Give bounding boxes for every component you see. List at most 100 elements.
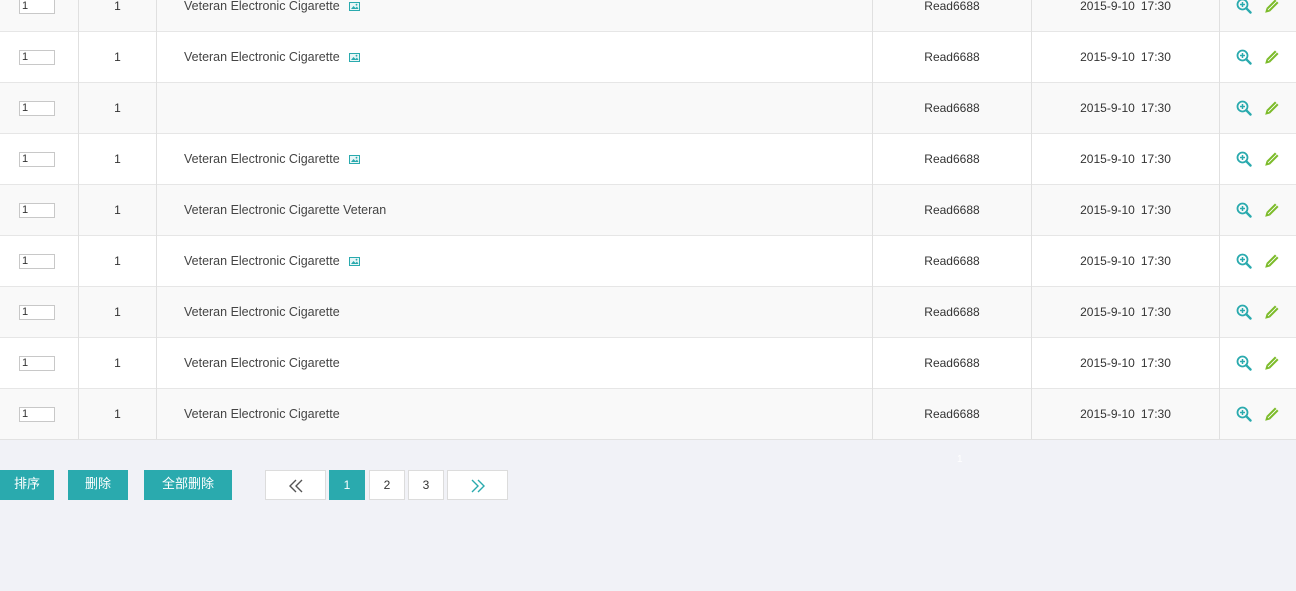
date-cell: 2015-9-10 17:30 bbox=[1031, 184, 1220, 236]
article-title[interactable]: Veteran Electronic Cigarette bbox=[184, 407, 340, 421]
sort-cell bbox=[0, 235, 79, 287]
sort-order-input[interactable] bbox=[19, 304, 55, 320]
sort-order-input[interactable] bbox=[19, 0, 55, 14]
zoom-in-icon[interactable] bbox=[1236, 253, 1252, 269]
article-title[interactable]: Veteran Electronic Cigarette bbox=[184, 305, 340, 319]
zoom-in-icon[interactable] bbox=[1236, 304, 1252, 320]
sort-order-input[interactable] bbox=[19, 49, 55, 65]
article-title[interactable]: Veteran Electronic Cigarette Veteran bbox=[184, 203, 386, 217]
table-row: 1Veteran Electronic CigaretteRead6688201… bbox=[0, 0, 1296, 32]
zoom-in-icon[interactable] bbox=[1236, 355, 1252, 371]
table-row: 1Veteran Electronic CigaretteRead6688201… bbox=[0, 235, 1296, 287]
pencil-icon[interactable] bbox=[1264, 253, 1280, 269]
id-cell: 1 bbox=[78, 337, 157, 389]
id-cell: 1 bbox=[78, 82, 157, 134]
pagination-page-2[interactable]: 2 bbox=[369, 470, 405, 500]
operations-cell bbox=[1219, 133, 1296, 185]
article-title[interactable]: Veteran Electronic Cigarette bbox=[184, 50, 340, 64]
title-cell: Veteran Electronic Cigarette bbox=[156, 235, 873, 287]
table-row: 1Veteran Electronic CigaretteRead6688201… bbox=[0, 388, 1296, 439]
operations-cell bbox=[1219, 337, 1296, 389]
operations-cell bbox=[1219, 388, 1296, 439]
zoom-in-icon[interactable] bbox=[1236, 151, 1252, 167]
sort-order-input[interactable] bbox=[19, 253, 55, 269]
delete-all-button[interactable]: 全部删除 bbox=[144, 470, 232, 500]
author-cell: Read6688 bbox=[872, 0, 1032, 32]
pencil-icon[interactable] bbox=[1264, 304, 1280, 320]
zoom-in-icon[interactable] bbox=[1236, 406, 1252, 422]
article-title[interactable]: Veteran Electronic Cigarette bbox=[184, 152, 340, 166]
double-chevron-right-icon bbox=[471, 479, 485, 493]
title-cell: Veteran Electronic Cigarette bbox=[156, 286, 873, 338]
date-cell: 2015-9-10 17:30 bbox=[1031, 82, 1220, 134]
pagination-page-1[interactable]: 1 bbox=[329, 470, 365, 500]
pencil-icon[interactable] bbox=[1264, 0, 1280, 14]
author-cell: Read6688 bbox=[872, 388, 1032, 439]
title-cell: Veteran Electronic Cigarette bbox=[156, 337, 873, 389]
sort-button[interactable]: 排序 bbox=[0, 470, 54, 500]
pagination-last-button[interactable] bbox=[447, 470, 508, 500]
operations-cell bbox=[1219, 31, 1296, 83]
author-cell: Read6688 bbox=[872, 337, 1032, 389]
title-cell: Veteran Electronic Cigarette bbox=[156, 133, 873, 185]
date-cell: 2015-9-10 17:30 bbox=[1031, 388, 1220, 439]
sort-order-input[interactable] bbox=[19, 202, 55, 218]
pagination-page-3[interactable]: 3 bbox=[408, 470, 444, 500]
pencil-icon[interactable] bbox=[1264, 406, 1280, 422]
sort-order-input[interactable] bbox=[19, 100, 55, 116]
sort-order-input[interactable] bbox=[19, 151, 55, 167]
table-row: 1 Read6688 2015-9-10 17:30 bbox=[0, 82, 1296, 134]
title-cell bbox=[156, 82, 873, 134]
sort-cell bbox=[0, 31, 79, 83]
title-cell: Veteran Electronic Cigarette bbox=[156, 0, 873, 32]
pagination-first-button[interactable] bbox=[265, 470, 326, 500]
table-row: 1 Veteran Electronic Cigarette Veteran Rea… bbox=[0, 184, 1296, 236]
date-value: 2015-9-10 bbox=[1080, 356, 1135, 370]
image-icon bbox=[348, 2, 360, 11]
pencil-icon[interactable] bbox=[1264, 355, 1280, 371]
pencil-icon[interactable] bbox=[1264, 202, 1280, 218]
pencil-icon[interactable] bbox=[1264, 100, 1280, 116]
zoom-in-icon[interactable] bbox=[1236, 0, 1252, 14]
article-table-container: 1 Veteran Electronic Cigarette Read6688 201… bbox=[0, 0, 1296, 440]
table-row: 1Veteran Electronic CigaretteRead6688201… bbox=[0, 286, 1296, 338]
operations-cell bbox=[1219, 235, 1296, 287]
sort-cell bbox=[0, 337, 79, 389]
date-cell: 2015-9-10 17:30 bbox=[1031, 133, 1220, 185]
double-chevron-left-icon bbox=[288, 479, 302, 493]
sort-cell bbox=[0, 82, 79, 134]
author-cell: Read6688 bbox=[872, 82, 1032, 134]
date-cell: 2015-9-10 17:30 bbox=[1031, 286, 1220, 338]
sort-order-input[interactable] bbox=[19, 355, 55, 371]
article-table: 1 Veteran Electronic Cigarette Read6688 201… bbox=[0, 0, 1296, 439]
time-value: 17:30 bbox=[1140, 305, 1171, 319]
article-title[interactable]: Veteran Electronic Cigarette bbox=[184, 0, 340, 13]
article-title[interactable]: Veteran Electronic Cigarette bbox=[184, 356, 340, 370]
sort-order-input[interactable] bbox=[19, 406, 55, 422]
image-icon bbox=[348, 53, 360, 62]
date-value: 2015-9-10 bbox=[1080, 101, 1135, 115]
time-value: 17:30 bbox=[1140, 50, 1171, 64]
faint-label: 1 bbox=[957, 454, 963, 465]
date-value: 2015-9-10 bbox=[1080, 254, 1135, 268]
sort-cell bbox=[0, 0, 79, 32]
zoom-in-icon[interactable] bbox=[1236, 49, 1252, 65]
operations-cell bbox=[1219, 184, 1296, 236]
date-value: 2015-9-10 bbox=[1080, 305, 1135, 319]
zoom-in-icon[interactable] bbox=[1236, 100, 1252, 116]
id-cell: 1 bbox=[78, 286, 157, 338]
pencil-icon[interactable] bbox=[1264, 49, 1280, 65]
time-value: 17:30 bbox=[1140, 152, 1171, 166]
article-title[interactable]: Veteran Electronic Cigarette bbox=[184, 254, 340, 268]
delete-button[interactable]: 删除 bbox=[68, 470, 128, 500]
operations-cell bbox=[1219, 82, 1296, 134]
operations-cell bbox=[1219, 286, 1296, 338]
pencil-icon[interactable] bbox=[1264, 151, 1280, 167]
time-value: 17:30 bbox=[1140, 0, 1171, 13]
date-cell: 2015-9-10 17:30 bbox=[1031, 0, 1220, 32]
date-value: 2015-9-10 bbox=[1080, 50, 1135, 64]
date-value: 2015-9-10 bbox=[1080, 203, 1135, 217]
time-value: 17:30 bbox=[1140, 254, 1171, 268]
zoom-in-icon[interactable] bbox=[1236, 202, 1252, 218]
table-row: 1Veteran Electronic CigaretteRead6688201… bbox=[0, 31, 1296, 83]
